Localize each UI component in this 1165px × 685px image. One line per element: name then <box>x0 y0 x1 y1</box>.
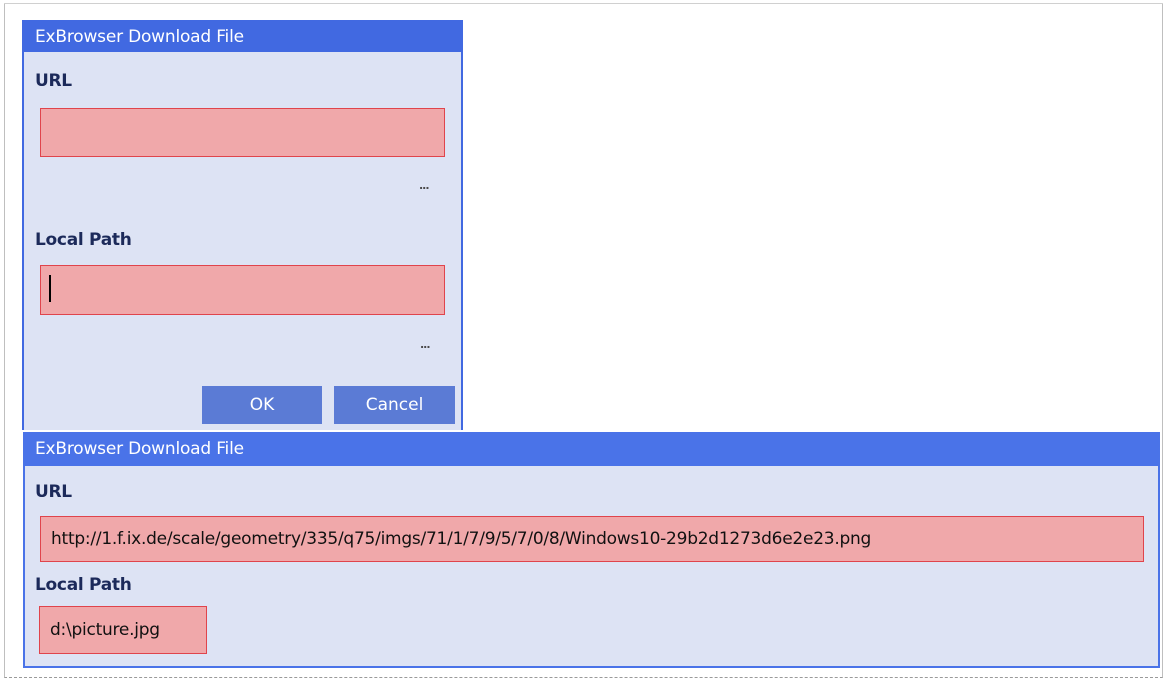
cancel-button[interactable]: Cancel <box>334 386 455 424</box>
local-path-label: Local Path <box>35 575 132 595</box>
download-dialog-compact: ExBrowser Download File URL ... Local Pa… <box>22 20 463 430</box>
local-path-input[interactable]: d:\picture.jpg <box>39 606 207 654</box>
url-label: URL <box>35 482 72 502</box>
url-label: URL <box>35 71 72 91</box>
ellipsis-icon: ... <box>419 179 430 192</box>
ellipsis-icon: ... <box>420 338 431 351</box>
dialog-title: ExBrowser Download File <box>25 432 1158 466</box>
text-caret <box>49 275 51 302</box>
local-path-input[interactable] <box>40 265 445 315</box>
canvas: ExBrowser Download File URL ... Local Pa… <box>0 0 1165 685</box>
dialog-title: ExBrowser Download File <box>24 22 461 52</box>
url-browse-button[interactable]: ... <box>419 179 430 192</box>
local-path-browse-button[interactable]: ... <box>420 338 431 351</box>
url-input[interactable]: http://1.f.ix.de/scale/geometry/335/q75/… <box>40 516 1144 562</box>
download-dialog-wide: ExBrowser Download File URL http://1.f.i… <box>23 432 1160 668</box>
local-path-label: Local Path <box>35 230 132 250</box>
ok-button[interactable]: OK <box>202 386 322 424</box>
url-input[interactable] <box>40 108 445 157</box>
